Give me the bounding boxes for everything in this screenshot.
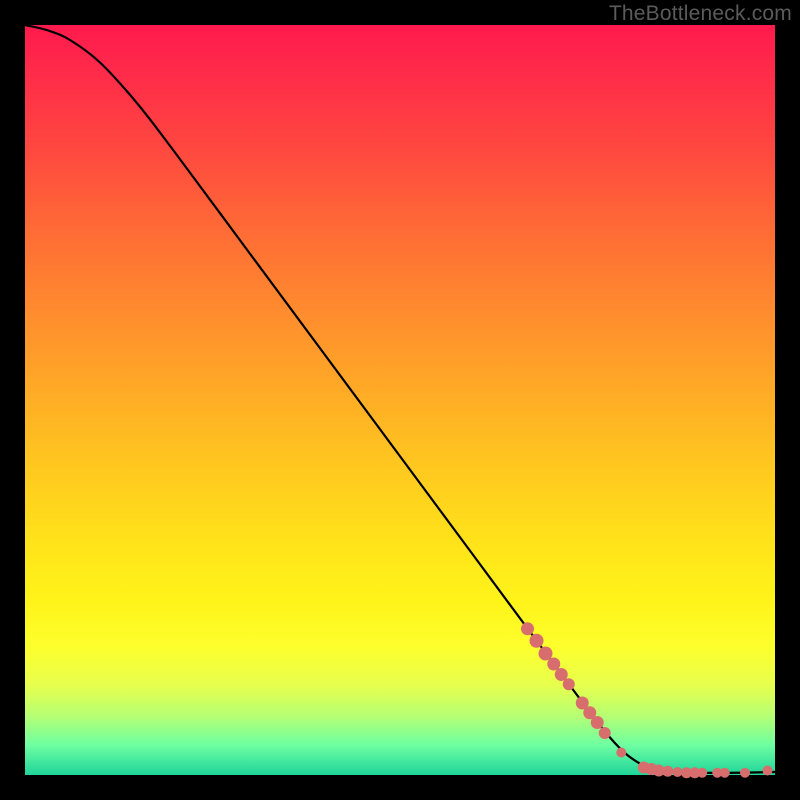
chart-dot (521, 622, 534, 635)
chart-dot (563, 678, 575, 690)
chart-dot (720, 768, 730, 778)
chart-dot (673, 767, 683, 777)
chart-dot (599, 727, 611, 739)
chart-dot (616, 748, 626, 758)
chart-highlight-dots (521, 622, 773, 778)
chart-overlay (25, 25, 775, 775)
chart-dot (539, 647, 553, 661)
chart-curve (25, 25, 775, 773)
chart-dot (662, 766, 673, 777)
chart-dot (530, 634, 544, 648)
chart-dot (591, 716, 604, 729)
chart-dot (697, 768, 707, 778)
chart-dot (547, 658, 560, 671)
chart-dot (740, 768, 750, 778)
chart-plot-area (25, 25, 775, 775)
chart-dot (763, 766, 773, 776)
attribution-text: TheBottleneck.com (609, 2, 792, 26)
